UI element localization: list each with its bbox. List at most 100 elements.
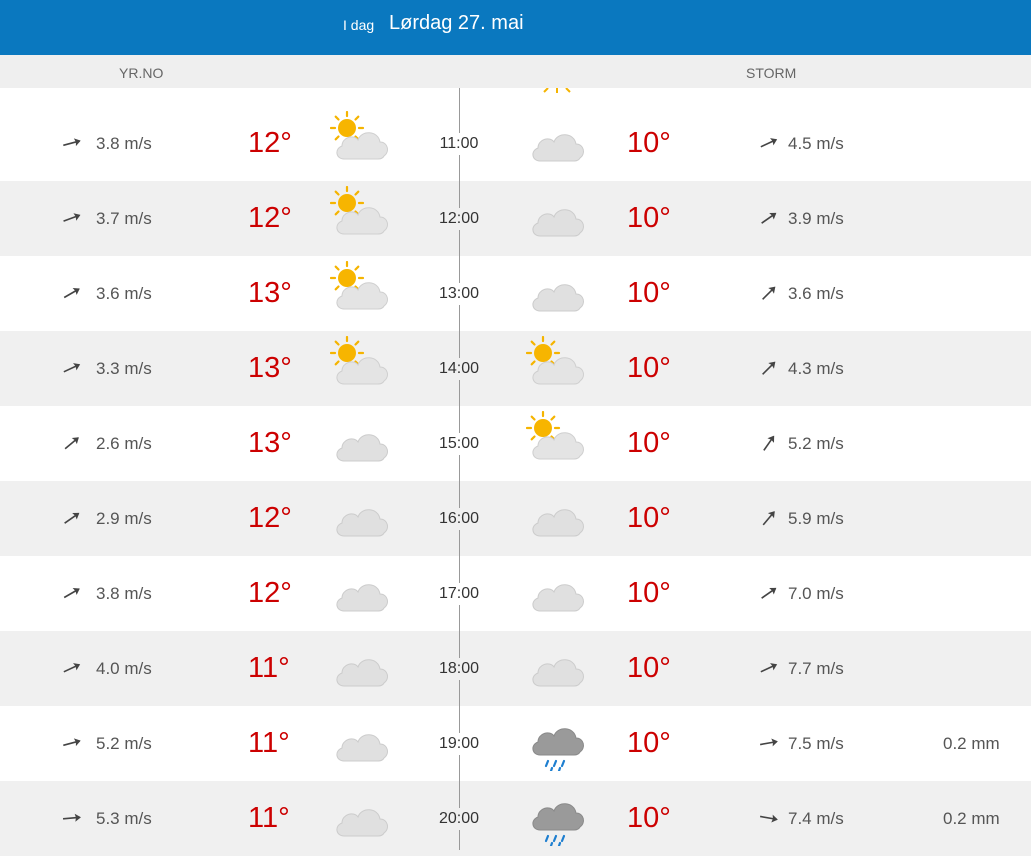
cloudy-icon	[532, 583, 584, 611]
forecast-row[interactable]: 2.9 m/s 12° 16:00 10° 5.9 m/s	[0, 481, 1031, 556]
yr-wind-speed: 3.7 m/s	[96, 208, 152, 228]
storm-wind-speed: 5.2 m/s	[788, 433, 844, 453]
storm-temperature: 10°	[627, 802, 671, 834]
storm-wind-arrow-icon	[758, 732, 780, 754]
partly-cloudy-icon	[329, 260, 388, 309]
yr-wind-arrow-icon	[61, 732, 83, 754]
yr-weather-icon	[329, 260, 390, 323]
date-header: I dag Lørdag 27. mai	[0, 0, 1031, 55]
storm-temperature: 10°	[627, 502, 671, 534]
yr-temperature: 11°	[248, 727, 290, 759]
forecast-table: 3.8 m/s 12° 11:00 10° 4.5 m/s 3.7 m/s 12…	[0, 106, 1031, 856]
storm-wind-speed: 5.9 m/s	[788, 508, 844, 528]
yr-temperature: 12°	[248, 577, 292, 609]
yr-wind-speed: 3.8 m/s	[96, 133, 152, 153]
today-label: I dag	[343, 17, 375, 33]
forecast-row[interactable]: 3.6 m/s 13° 13:00 10° 3.6 m/s	[0, 256, 1031, 331]
storm-wind-arrow-icon	[758, 282, 780, 304]
storm-weather-icon	[526, 638, 586, 698]
storm-wind-arrow-icon	[758, 357, 780, 379]
partly-cloudy-icon	[525, 410, 584, 459]
storm-wind-speed: 7.4 m/s	[788, 808, 844, 828]
yr-wind-speed: 3.3 m/s	[96, 358, 152, 378]
storm-weather-icon	[525, 335, 586, 398]
storm-wind-speed: 7.5 m/s	[788, 733, 844, 753]
yr-weather-icon	[329, 110, 390, 173]
storm-wind-speed: 7.0 m/s	[788, 583, 844, 603]
cloudy-icon	[336, 658, 388, 686]
yr-temperature: 12°	[248, 127, 292, 159]
partly-cloudy-icon	[329, 185, 388, 234]
storm-wind-arrow-icon	[758, 507, 780, 529]
yr-temperature: 12°	[248, 502, 292, 534]
yr-temperature: 13°	[248, 427, 292, 459]
forecast-row[interactable]: 3.7 m/s 12° 12:00 10° 3.9 m/s	[0, 181, 1031, 256]
forecast-row[interactable]: 5.3 m/s 11° 20:00 10° 7.4 m/s 0.2 mm	[0, 781, 1031, 856]
yr-weather-icon	[329, 335, 390, 398]
storm-wind-speed: 7.7 m/s	[788, 658, 844, 678]
storm-weather-icon	[526, 788, 586, 848]
storm-temperature: 10°	[627, 277, 671, 309]
rain-icon	[532, 727, 584, 772]
yr-temperature: 13°	[248, 352, 292, 384]
yr-wind-speed: 2.9 m/s	[96, 508, 152, 528]
storm-weather-icon	[526, 713, 586, 773]
yr-wind-arrow-icon	[61, 807, 83, 829]
forecast-row[interactable]: 3.8 m/s 12° 11:00 10° 4.5 m/s	[0, 106, 1031, 181]
cloudy-icon	[532, 133, 584, 161]
storm-weather-icon	[526, 563, 586, 623]
date-title: Lørdag 27. mai	[389, 12, 524, 34]
storm-wind-speed: 4.5 m/s	[788, 133, 844, 153]
yr-temperature: 12°	[248, 202, 292, 234]
forecast-row[interactable]: 3.3 m/s 13° 14:00 10° 4.3 m/s	[0, 331, 1031, 406]
storm-wind-arrow-icon	[758, 432, 780, 454]
cloudy-icon	[532, 208, 584, 236]
storm-temperature: 10°	[627, 652, 671, 684]
yr-weather-icon	[330, 563, 390, 623]
yr-wind-speed: 3.6 m/s	[96, 283, 152, 303]
yr-wind-arrow-icon	[61, 582, 83, 604]
storm-precipitation: 0.2 mm	[943, 808, 1000, 828]
yr-wind-arrow-icon	[61, 357, 83, 379]
storm-wind-arrow-icon	[758, 132, 780, 154]
storm-weather-icon	[525, 410, 586, 473]
storm-temperature: 10°	[627, 352, 671, 384]
source-storm-label[interactable]: STORM	[746, 65, 796, 81]
cloudy-icon	[336, 583, 388, 611]
forecast-row[interactable]: 3.8 m/s 12° 17:00 10° 7.0 m/s	[0, 556, 1031, 631]
yr-wind-speed: 2.6 m/s	[96, 433, 152, 453]
forecast-row[interactable]: 4.0 m/s 11° 18:00 10° 7.7 m/s	[0, 631, 1031, 706]
yr-temperature: 11°	[248, 652, 290, 684]
partly-cloudy-icon	[525, 335, 584, 384]
yr-weather-icon	[330, 413, 390, 473]
cloudy-icon	[336, 808, 388, 836]
rain-icon	[532, 802, 584, 847]
yr-wind-speed: 3.8 m/s	[96, 583, 152, 603]
cloudy-icon	[532, 658, 584, 686]
yr-weather-icon	[330, 638, 390, 698]
yr-weather-icon	[330, 713, 390, 773]
yr-wind-arrow-icon	[61, 432, 83, 454]
source-yr-label[interactable]: YR.NO	[119, 65, 163, 81]
yr-temperature: 13°	[248, 277, 292, 309]
storm-wind-speed: 4.3 m/s	[788, 358, 844, 378]
storm-wind-arrow-icon	[758, 207, 780, 229]
partly-cloudy-icon	[329, 110, 388, 159]
yr-temperature: 11°	[248, 802, 290, 834]
storm-wind-speed: 3.6 m/s	[788, 283, 844, 303]
storm-temperature: 10°	[627, 727, 671, 759]
cloudy-icon	[336, 733, 388, 761]
storm-temperature: 10°	[627, 127, 671, 159]
storm-weather-icon	[526, 188, 586, 248]
storm-wind-arrow-icon	[758, 807, 780, 829]
storm-wind-arrow-icon	[758, 582, 780, 604]
sun-icon	[543, 88, 571, 93]
cloudy-icon	[532, 283, 584, 311]
forecast-row[interactable]: 2.6 m/s 13° 15:00 10° 5.2 m/s	[0, 406, 1031, 481]
cloudy-icon	[336, 508, 388, 536]
yr-wind-arrow-icon	[61, 132, 83, 154]
yr-weather-icon	[330, 788, 390, 848]
forecast-row[interactable]: 5.2 m/s 11° 19:00 10° 7.5 m/s 0.2 mm	[0, 706, 1031, 781]
yr-wind-speed: 4.0 m/s	[96, 658, 152, 678]
storm-precipitation: 0.2 mm	[943, 733, 1000, 753]
